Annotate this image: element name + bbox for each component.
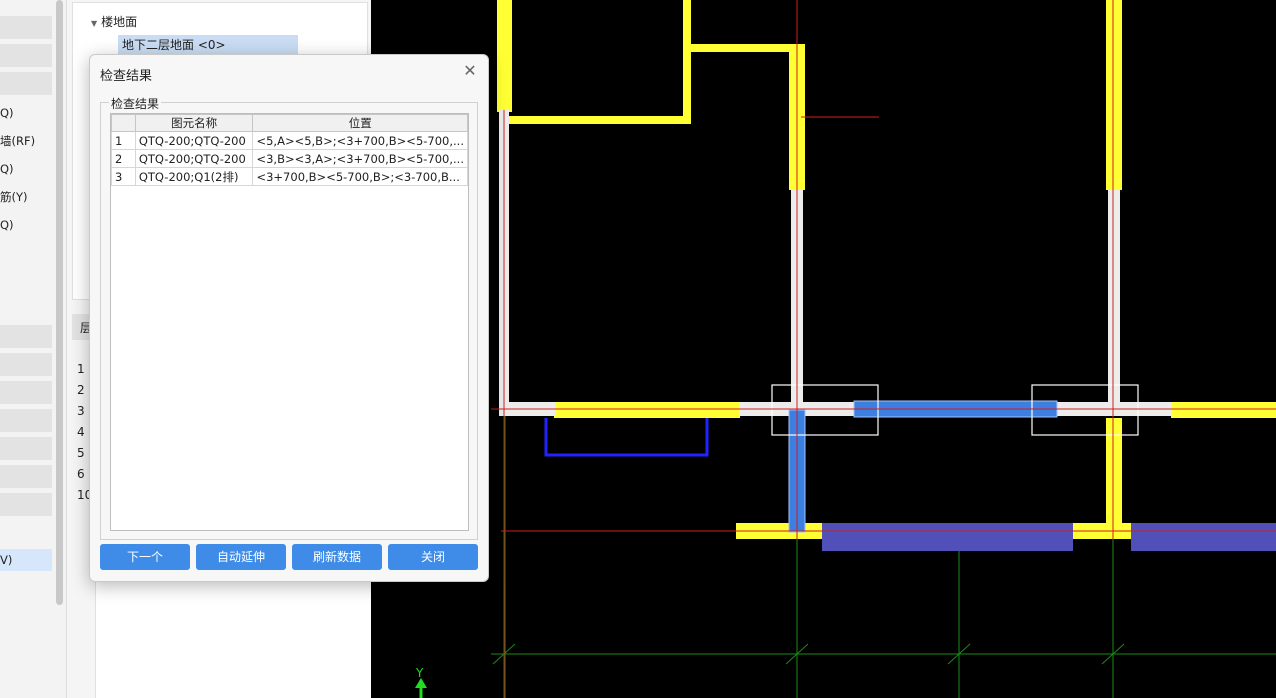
wall — [501, 116, 691, 124]
nav-item-selected[interactable]: V) — [0, 549, 52, 571]
position: <5,A><5,B>;<3+700,B><5-700,... — [252, 131, 468, 150]
nav-item-label: Q) — [0, 162, 14, 176]
wall-light — [1108, 190, 1120, 405]
table-row[interactable]: 1 QTQ-200;QTQ-200 <5,A><5,B>;<3+700,B><5… — [111, 131, 468, 150]
wall — [497, 0, 512, 112]
row-number: 3 — [111, 167, 136, 186]
element-name: QTQ-200;QTQ-200 — [134, 131, 254, 150]
nav-item-label: Q) — [0, 218, 14, 232]
refresh-data-button[interactable]: 刷新数据 — [292, 544, 382, 570]
column-header[interactable]: 位置 — [252, 114, 468, 132]
wall — [1171, 402, 1276, 418]
group-label: 检查结果 — [109, 95, 162, 112]
axis-lines — [491, 0, 1276, 698]
nav-item[interactable]: Q) — [0, 158, 52, 180]
row-number: 1 — [111, 131, 136, 150]
close-button[interactable]: 关闭 — [388, 544, 478, 570]
walls — [497, 0, 1276, 539]
wall — [689, 44, 805, 52]
nav-item[interactable]: Q) — [0, 102, 52, 124]
wall — [1106, 418, 1122, 524]
position: <3+700,B><5-700,B>;<3-700,B... — [252, 167, 468, 186]
nav-block[interactable] — [0, 381, 52, 404]
table-row[interactable]: 3 QTQ-200;Q1(2排) <3+700,B><5-700,B>;<3-7… — [111, 167, 468, 186]
walls-light — [499, 110, 1171, 416]
column-header — [111, 114, 136, 132]
slab-strip — [822, 523, 1073, 551]
nav-block[interactable] — [0, 72, 52, 95]
row-number: 1 — [77, 362, 85, 376]
nav-block[interactable] — [0, 493, 52, 516]
wall — [683, 0, 691, 124]
nav-item[interactable]: 墙(RF) — [0, 130, 52, 152]
tree-node-selected[interactable]: 地下二层地面 <0> — [118, 35, 298, 55]
nav-block[interactable] — [0, 16, 52, 39]
nav-item-label: 筋(Y) — [0, 190, 28, 204]
nav-item[interactable]: 筋(Y) — [0, 186, 52, 208]
nav-block[interactable] — [0, 409, 52, 432]
wall — [554, 402, 740, 418]
column-header[interactable]: 图元名称 — [134, 114, 254, 132]
nav-block[interactable] — [0, 437, 52, 460]
auto-extend-button[interactable]: 自动延伸 — [196, 544, 286, 570]
left-nav-panel: Q) 墙(RF) Q) 筋(Y) Q) V) — [0, 0, 67, 698]
nav-item-label: V) — [0, 553, 13, 567]
result-groupbox: 检查结果 图元名称 位置 1 QTQ-200;QTQ-200 <5,A><5,B… — [100, 95, 478, 540]
nav-item-label: Q) — [0, 106, 14, 120]
nav-block[interactable] — [0, 325, 52, 348]
cad-canvas[interactable]: Y — [371, 0, 1276, 698]
tree-node-floor[interactable]: ▼ 楼地面 — [91, 13, 137, 30]
slab-strip — [1131, 523, 1276, 551]
close-icon[interactable]: ✕ — [462, 63, 478, 79]
nav-block[interactable] — [0, 465, 52, 488]
nav-item[interactable]: Q) — [0, 214, 52, 236]
row-number: 4 — [77, 425, 85, 439]
grid-lines — [491, 0, 1276, 698]
expand-arrow-icon[interactable]: ▼ — [91, 19, 97, 28]
row-number: 5 — [77, 446, 85, 460]
row-number: 3 — [77, 404, 85, 418]
y-axis-indicator: Y — [415, 666, 427, 698]
tree-node-label: 楼地面 — [101, 15, 138, 29]
table-row[interactable]: 2 QTQ-200;QTQ-200 <3,B><3,A>;<3+700,B><5… — [111, 149, 468, 168]
left-scrollbar[interactable] — [56, 0, 63, 605]
dialog-title: 检查结果 — [100, 69, 153, 84]
next-button[interactable]: 下一个 — [100, 544, 190, 570]
wall — [1106, 0, 1122, 190]
y-axis-label: Y — [415, 666, 424, 680]
table-header-row: 图元名称 位置 — [111, 114, 468, 132]
row-number: 2 — [111, 149, 136, 168]
row-number: 6 — [77, 467, 85, 481]
nav-block[interactable] — [0, 353, 52, 376]
check-result-dialog: 检查结果 ✕ 检查结果 图元名称 位置 1 QTQ-200;QTQ-200 <5… — [89, 54, 489, 582]
result-table: 图元名称 位置 1 QTQ-200;QTQ-200 <5,A><5,B>;<3+… — [111, 114, 468, 186]
result-table-container: 图元名称 位置 1 QTQ-200;QTQ-200 <5,A><5,B>;<3+… — [110, 113, 469, 531]
row-number: 2 — [77, 383, 85, 397]
element-name: QTQ-200;QTQ-200 — [134, 149, 254, 168]
drawing[interactable]: Y — [371, 0, 1276, 698]
nav-block[interactable] — [0, 44, 52, 67]
bracket-shape — [544, 418, 709, 457]
nav-item-label: 墙(RF) — [0, 134, 36, 148]
position: <3,B><3,A>;<3+700,B><5-700,... — [252, 149, 468, 168]
element-name: QTQ-200;Q1(2排) — [134, 167, 254, 186]
